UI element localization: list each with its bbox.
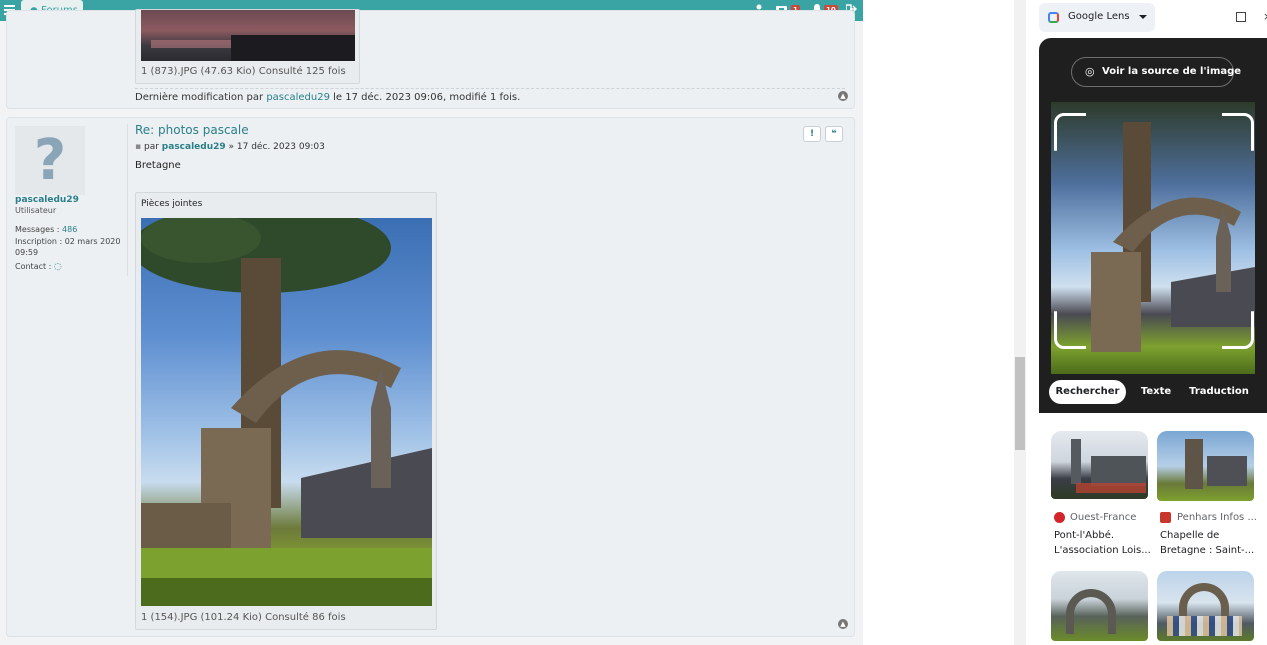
by-label: par [143, 142, 159, 152]
post-author-link[interactable]: pascaledu29 [162, 142, 226, 152]
lens-header-button[interactable]: Google Lens [1039, 3, 1155, 32]
scrollbar-thumb[interactable] [1015, 357, 1025, 450]
result-title-2-line1[interactable]: Chapelle de [1160, 528, 1219, 543]
close-icon[interactable]: × [1263, 10, 1267, 23]
view-source-button[interactable]: ◎ Voir la source de l'image [1071, 57, 1241, 87]
attachment-image[interactable] [141, 218, 432, 606]
tab-rechercher-label: Rechercher [1055, 386, 1120, 397]
result-title-2-line2[interactable]: Bretagne : Saint-... [1160, 543, 1254, 558]
penhars-favicon [1160, 512, 1171, 523]
quote-button[interactable]: ❝ [825, 126, 843, 142]
tab-texte[interactable]: Texte [1136, 386, 1176, 397]
lens-image-area: ◎ Voir la source de l'image Rechercher T… [1039, 38, 1267, 413]
profile-username[interactable]: pascaledu29 [15, 195, 79, 205]
dropdown-icon[interactable] [1139, 15, 1147, 19]
avatar[interactable]: ? [15, 126, 85, 195]
post-body: Bretagne [135, 160, 181, 171]
google-lens-panel: Google Lens × ◎ Voir la source de l'imag… [1026, 0, 1267, 645]
result-source-2[interactable]: Penhars Infos ... [1177, 512, 1257, 523]
forum-page: ● Forums 1 10 1 (873).JPG (47.63 Kio) Co… [0, 0, 863, 645]
contact-label: Contact : [15, 262, 52, 271]
view-source-label: Voir la source de l'image [1102, 66, 1242, 77]
result-title-1-line2[interactable]: L'association Lois... [1054, 543, 1151, 558]
photo-drawing [141, 218, 432, 606]
open-in-new-icon[interactable] [1236, 12, 1246, 22]
edit-suffix: le 17 déc. 2023 09:06, modifié 1 fois. [333, 92, 521, 103]
profile-joined: Inscription : 02 mars 2020 [15, 237, 121, 246]
result-source-1[interactable]: Ouest-France [1070, 512, 1136, 523]
lens-title: Google Lens [1068, 11, 1130, 22]
post: ? pascaledu29 Utilisateur Messages : 486… [6, 117, 855, 637]
result-image-2[interactable] [1157, 431, 1254, 501]
previous-post: 1 (873).JPG (47.63 Kio) Consulté 125 foi… [6, 9, 855, 109]
contact-chat-icon[interactable]: ◌ [54, 262, 62, 272]
post-edited-notice: Dernière modification par pascaledu29 le… [135, 88, 845, 103]
ouest-france-favicon [1054, 512, 1065, 523]
result-image-4[interactable] [1157, 571, 1254, 641]
result-image-3[interactable] [1051, 571, 1148, 641]
messages-label: Messages : [15, 225, 60, 234]
attachments-box: Pièces jointes 1 (154).JPG (101.24 Kio) … [135, 192, 437, 630]
post-icon: ▪ [135, 142, 142, 152]
lens-image-preview[interactable] [1051, 102, 1255, 374]
previous-attachment-image[interactable] [141, 10, 355, 61]
previous-attachment: 1 (873).JPG (47.63 Kio) Consulté 125 foi… [135, 9, 360, 84]
tab-rechercher[interactable]: Rechercher [1049, 380, 1126, 404]
post-meta: ▪ par pascaledu29 » 17 déc. 2023 09:03 [135, 142, 325, 152]
edit-prefix: Dernière modification par [135, 92, 264, 103]
back-to-top-icon[interactable]: ▲ [838, 619, 848, 629]
page-scrollbar[interactable] [1014, 0, 1026, 645]
question-mark-icon: ? [33, 128, 67, 193]
back-to-top-icon[interactable]: ▲ [838, 91, 848, 101]
previous-attachment-caption: 1 (873).JPG (47.63 Kio) Consulté 125 foi… [141, 66, 346, 77]
edit-user-link[interactable]: pascaledu29 [266, 92, 330, 103]
result-title-1-line1[interactable]: Pont-l'Abbé. [1054, 528, 1114, 543]
result-image-1[interactable] [1051, 431, 1148, 499]
attachments-title: Pièces jointes [141, 199, 203, 209]
tab-traduction[interactable]: Traduction [1186, 386, 1252, 397]
post-title[interactable]: Re: photos pascale [135, 123, 249, 137]
profile-joined-time: 09:59 [15, 248, 39, 257]
lens-preview-drawing [1091, 122, 1255, 352]
attachment-caption: 1 (154).JPG (101.24 Kio) Consulté 86 foi… [141, 612, 346, 623]
profile-divider [127, 124, 128, 276]
profile-messages: Messages : 486 [15, 225, 77, 234]
messages-count-link[interactable]: 486 [62, 225, 77, 234]
profile-contact: Contact : ◌ [15, 262, 62, 272]
post-date: » 17 déc. 2023 09:03 [228, 142, 325, 152]
lens-search-icon: ◎ [1085, 65, 1095, 78]
lens-icon [1048, 12, 1059, 23]
profile-rank: Utilisateur [15, 206, 57, 215]
report-button[interactable]: ! [803, 126, 821, 142]
